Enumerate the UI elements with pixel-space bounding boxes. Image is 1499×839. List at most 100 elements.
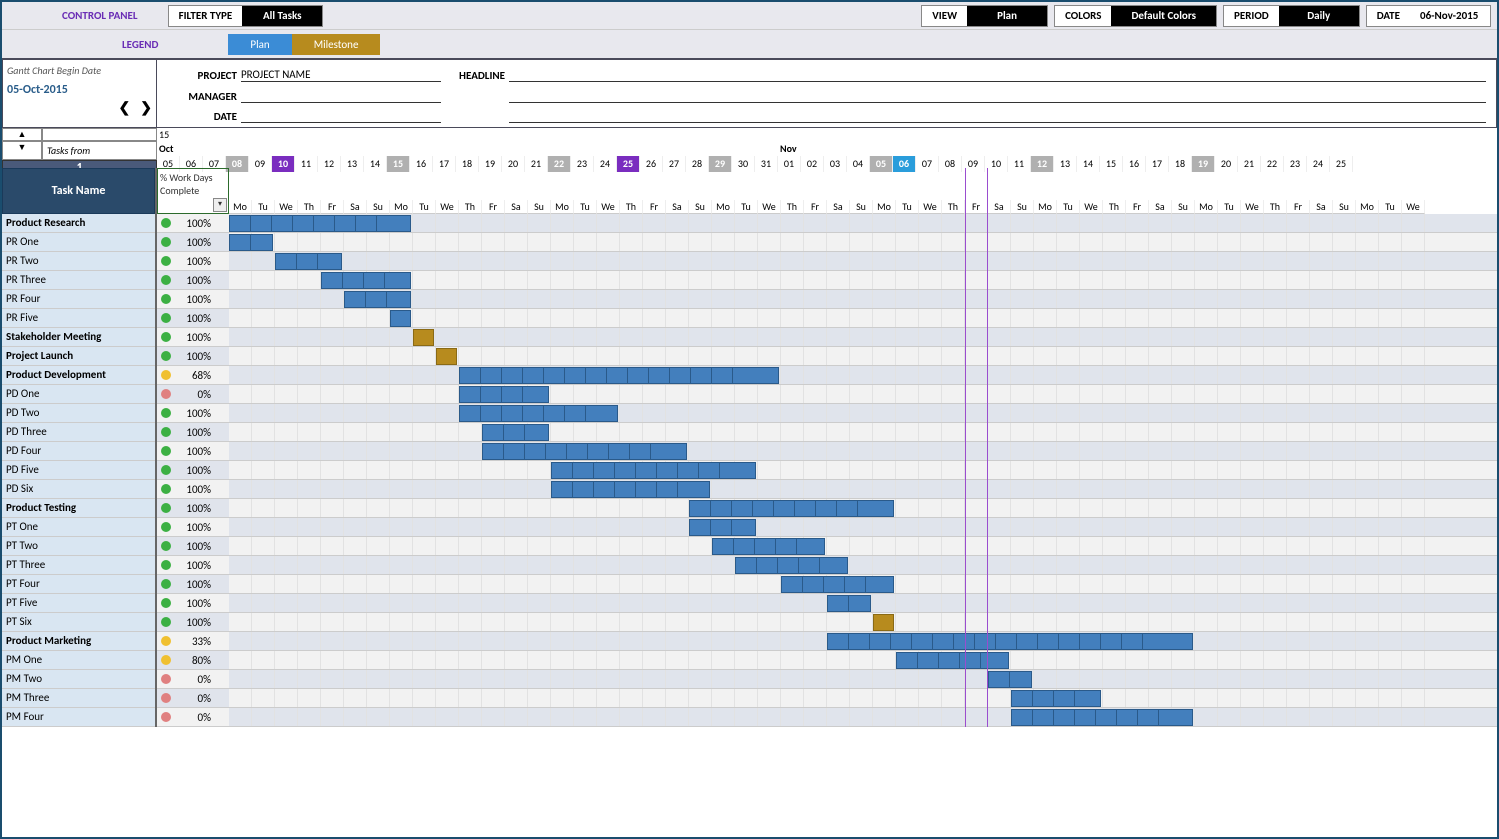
- task-percent: 100%: [157, 233, 229, 251]
- colors-label: COLORS: [1055, 6, 1111, 26]
- plan-bar[interactable]: [459, 405, 618, 422]
- plan-bar[interactable]: [827, 595, 871, 612]
- dow-header: Th: [620, 200, 643, 214]
- task-name[interactable]: PD Two: [2, 404, 155, 422]
- task-name[interactable]: Stakeholder Meeting: [2, 328, 155, 346]
- task-name[interactable]: PR One: [2, 233, 155, 251]
- headline-value-2[interactable]: [509, 89, 1486, 103]
- headline-value[interactable]: [509, 68, 1486, 82]
- task-name[interactable]: PD Six: [2, 480, 155, 498]
- status-dot: [161, 389, 171, 399]
- task-percent: 100%: [157, 290, 229, 308]
- plan-bar[interactable]: [551, 481, 710, 498]
- task-name[interactable]: PT Two: [2, 537, 155, 555]
- task-name[interactable]: Product Marketing: [2, 632, 155, 650]
- task-name[interactable]: Product Testing: [2, 499, 155, 517]
- task-name[interactable]: PM Three: [2, 689, 155, 707]
- plan-bar[interactable]: [827, 633, 1193, 650]
- task-name[interactable]: PT Five: [2, 594, 155, 612]
- headline-value-3[interactable]: [509, 109, 1486, 123]
- plan-bar[interactable]: [712, 538, 825, 555]
- gantt-main: Task Name Product ResearchPR OnePR TwoPR…: [2, 168, 1497, 727]
- task-bar-row: [229, 556, 1497, 574]
- plan-bar[interactable]: [482, 424, 549, 441]
- task-name[interactable]: PT Three: [2, 556, 155, 574]
- task-percent: 100%: [157, 499, 229, 517]
- dow-header: Mo: [712, 200, 735, 214]
- scroll-up-button[interactable]: ▲: [2, 128, 42, 141]
- filter-type-control[interactable]: FILTER TYPE All Tasks: [168, 5, 324, 27]
- dow-header: Tu: [252, 200, 275, 214]
- plan-bar[interactable]: [689, 500, 894, 517]
- task-name[interactable]: PR Three: [2, 271, 155, 289]
- task-name[interactable]: Product Research: [2, 214, 155, 232]
- plan-bar[interactable]: [482, 443, 687, 460]
- sub-controls: ▲ ▼ Tasks from 1 15 OctNov 0506070809101…: [2, 128, 1497, 168]
- plan-bar[interactable]: [344, 291, 411, 308]
- status-dot: [161, 579, 171, 589]
- task-name[interactable]: PD Five: [2, 461, 155, 479]
- dow-header: We: [1402, 200, 1425, 214]
- dow-header: Mo: [390, 200, 413, 214]
- dropdown-icon[interactable]: ▾: [213, 198, 227, 212]
- plan-bar[interactable]: [551, 462, 756, 479]
- gantt-begin-date-panel: Gantt Chart Begin Date 05-Oct-2015 ❮ ❯: [2, 59, 157, 128]
- task-name[interactable]: PM Four: [2, 708, 155, 726]
- task-name[interactable]: PT Six: [2, 613, 155, 631]
- colors-control[interactable]: COLORS Default Colors: [1054, 5, 1217, 27]
- plan-bar[interactable]: [275, 253, 342, 270]
- status-dot: [161, 693, 171, 703]
- plan-bar[interactable]: [390, 310, 411, 327]
- milestone-bar[interactable]: [413, 329, 434, 346]
- task-bar-row: [229, 442, 1497, 460]
- percent-column: % Work Days Complete ▾ 100%100%100%100%1…: [157, 168, 229, 727]
- milestone-bar[interactable]: [436, 348, 457, 365]
- manager-value[interactable]: [241, 89, 441, 103]
- begin-date-value: 05-Oct-2015: [7, 83, 152, 97]
- plan-bar[interactable]: [459, 386, 549, 403]
- dow-header: Mo: [1195, 200, 1218, 214]
- status-dot: [161, 427, 171, 437]
- task-percent: 33%: [157, 632, 229, 650]
- date-control[interactable]: DATE 06-Nov-2015: [1366, 5, 1491, 27]
- scroll-down-button[interactable]: ▼: [2, 141, 42, 160]
- task-name[interactable]: PD Three: [2, 423, 155, 441]
- task-percent: 100%: [157, 252, 229, 270]
- plan-bar[interactable]: [321, 272, 411, 289]
- task-name[interactable]: PR Two: [2, 252, 155, 270]
- period-control[interactable]: PERIOD Daily: [1223, 5, 1360, 27]
- dow-header: Sa: [505, 200, 528, 214]
- task-name[interactable]: PR Four: [2, 290, 155, 308]
- milestone-bar[interactable]: [873, 614, 894, 631]
- dow-header: Tu: [735, 200, 758, 214]
- plan-bar[interactable]: [229, 234, 273, 251]
- plan-bar[interactable]: [781, 576, 894, 593]
- plan-bar[interactable]: [896, 652, 1009, 669]
- task-name[interactable]: Project Launch: [2, 347, 155, 365]
- plan-bar[interactable]: [1011, 690, 1101, 707]
- task-percent: 100%: [157, 309, 229, 327]
- prev-date-button[interactable]: ❮: [119, 99, 131, 116]
- plan-bar[interactable]: [1011, 709, 1193, 726]
- task-name[interactable]: PM One: [2, 651, 155, 669]
- task-name[interactable]: PT One: [2, 518, 155, 536]
- task-name[interactable]: PD Four: [2, 442, 155, 460]
- plan-bar[interactable]: [689, 519, 756, 536]
- dow-header: We: [436, 200, 459, 214]
- plan-bar[interactable]: [229, 215, 411, 232]
- task-name[interactable]: PT Four: [2, 575, 155, 593]
- task-name[interactable]: PD One: [2, 385, 155, 403]
- colors-value: Default Colors: [1111, 6, 1216, 26]
- view-control[interactable]: VIEW Plan: [921, 5, 1048, 27]
- plan-bar[interactable]: [988, 671, 1032, 688]
- plan-bar[interactable]: [459, 367, 779, 384]
- plan-bar[interactable]: [735, 557, 848, 574]
- project-value[interactable]: PROJECT NAME: [241, 68, 441, 82]
- next-date-button[interactable]: ❯: [140, 99, 152, 116]
- task-name[interactable]: Product Development: [2, 366, 155, 384]
- task-name[interactable]: PM Two: [2, 670, 155, 688]
- task-bar-row: [229, 708, 1497, 726]
- legend-row: LEGEND PlanMilestone: [2, 30, 1497, 58]
- task-name[interactable]: PR Five: [2, 309, 155, 327]
- info-date-value[interactable]: [241, 109, 441, 123]
